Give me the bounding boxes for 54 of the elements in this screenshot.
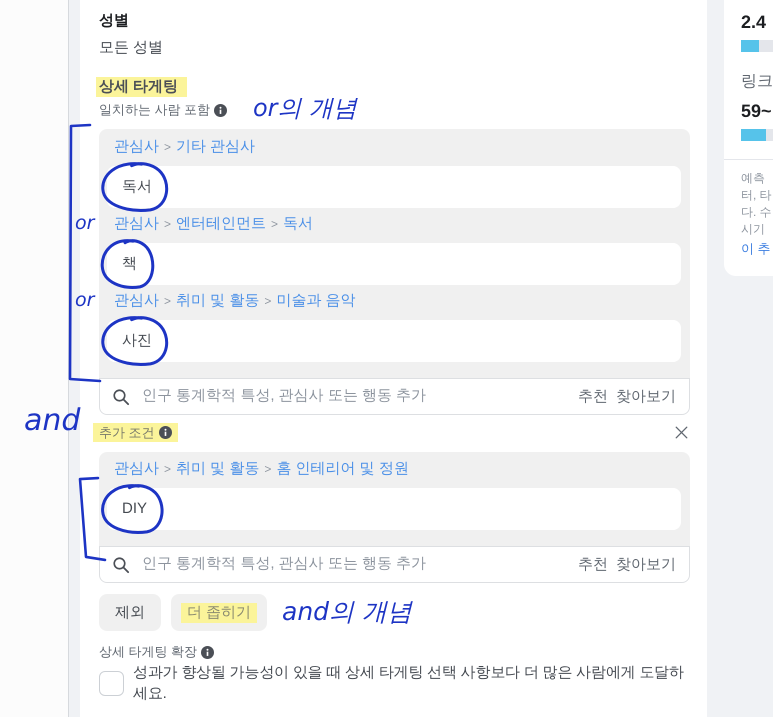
handwritten-note: and의 개념	[282, 596, 412, 628]
breadcrumb-link[interactable]: 관심사	[114, 459, 159, 479]
group-label: 일치하는 사람 포함	[99, 101, 210, 119]
group-label: 추가 조건	[99, 424, 155, 442]
breadcrumb-separator: >	[264, 461, 272, 478]
info-icon[interactable]	[201, 646, 214, 658]
metric-value: 59~	[741, 100, 773, 122]
breadcrumb-link[interactable]: 관심사	[114, 291, 159, 311]
learn-more-link[interactable]: 이 추	[741, 240, 773, 258]
search-field[interactable]: 인구 통계학적 특성, 관심사 또는 행동 추가 추천 찾아보기	[99, 378, 690, 415]
metric-value: 2.4	[741, 11, 768, 33]
breadcrumb-separator: >	[271, 216, 278, 233]
handwritten-note: or	[75, 212, 94, 234]
search-icon	[112, 388, 130, 406]
breadcrumb-separator: >	[164, 293, 172, 310]
breadcrumb-link[interactable]: 취미 및 활동	[176, 291, 260, 311]
checkbox[interactable]	[99, 671, 124, 696]
breadcrumb-link[interactable]: 독서	[283, 214, 314, 234]
interest-name: 책	[122, 255, 137, 272]
exclude-button[interactable]: 제외	[99, 594, 161, 631]
expansion-description: 성과가 향상될 가능성이 있을 때 상세 타게팅 선택 사항보다 더 많은 사람에게 도달하세요.	[133, 663, 685, 704]
breadcrumb-link[interactable]: 관심사	[114, 214, 159, 234]
metric-label: 링크	[741, 72, 773, 92]
breadcrumb-link[interactable]: 홈 인테리어 및 정원	[276, 459, 409, 479]
interest-name: 사진	[122, 332, 152, 349]
gender-label: 성별	[99, 11, 130, 31]
info-icon[interactable]	[158, 426, 172, 439]
handwritten-note: and	[24, 402, 80, 440]
handwritten-note: or의 개념	[253, 93, 358, 123]
search-icon	[112, 556, 130, 574]
breadcrumb-separator: >	[164, 461, 172, 478]
suggestions-link[interactable]: 추천	[578, 554, 608, 574]
breadcrumb-separator: >	[264, 293, 272, 310]
breadcrumb-link[interactable]: 엔터테인먼트	[176, 214, 266, 234]
info-icon[interactable]	[214, 104, 228, 116]
breadcrumb-separator: >	[164, 216, 172, 233]
breadcrumb-link[interactable]: 관심사	[114, 137, 159, 157]
suggestions-link[interactable]: 추천	[578, 386, 608, 406]
browse-link[interactable]: 찾아보기	[616, 386, 676, 406]
narrow-button[interactable]: 더 좁히기	[171, 594, 268, 631]
breadcrumb-link[interactable]: 기타 관심사	[176, 137, 256, 157]
interest-name: 독서	[122, 178, 152, 195]
expansion-label: 상세 타게팅 확장	[99, 643, 198, 661]
search-field[interactable]: 인구 통계학적 특성, 관심사 또는 행동 추가 추천 찾아보기	[99, 546, 690, 583]
handwritten-note: or	[75, 289, 94, 311]
forecast-note: 예측 터, 타 다. 수 시기	[741, 170, 773, 238]
interest-name: DIY	[122, 500, 148, 517]
breadcrumb-link[interactable]: 취미 및 활동	[176, 459, 260, 479]
breadcrumb-separator: >	[164, 139, 172, 156]
breadcrumb-link[interactable]: 미술과 음악	[276, 291, 356, 311]
browse-link[interactable]: 찾아보기	[616, 554, 676, 574]
section-title: 상세 타게팅	[96, 77, 188, 97]
gender-value: 모든 성별	[99, 38, 164, 58]
close-icon[interactable]	[675, 426, 688, 439]
